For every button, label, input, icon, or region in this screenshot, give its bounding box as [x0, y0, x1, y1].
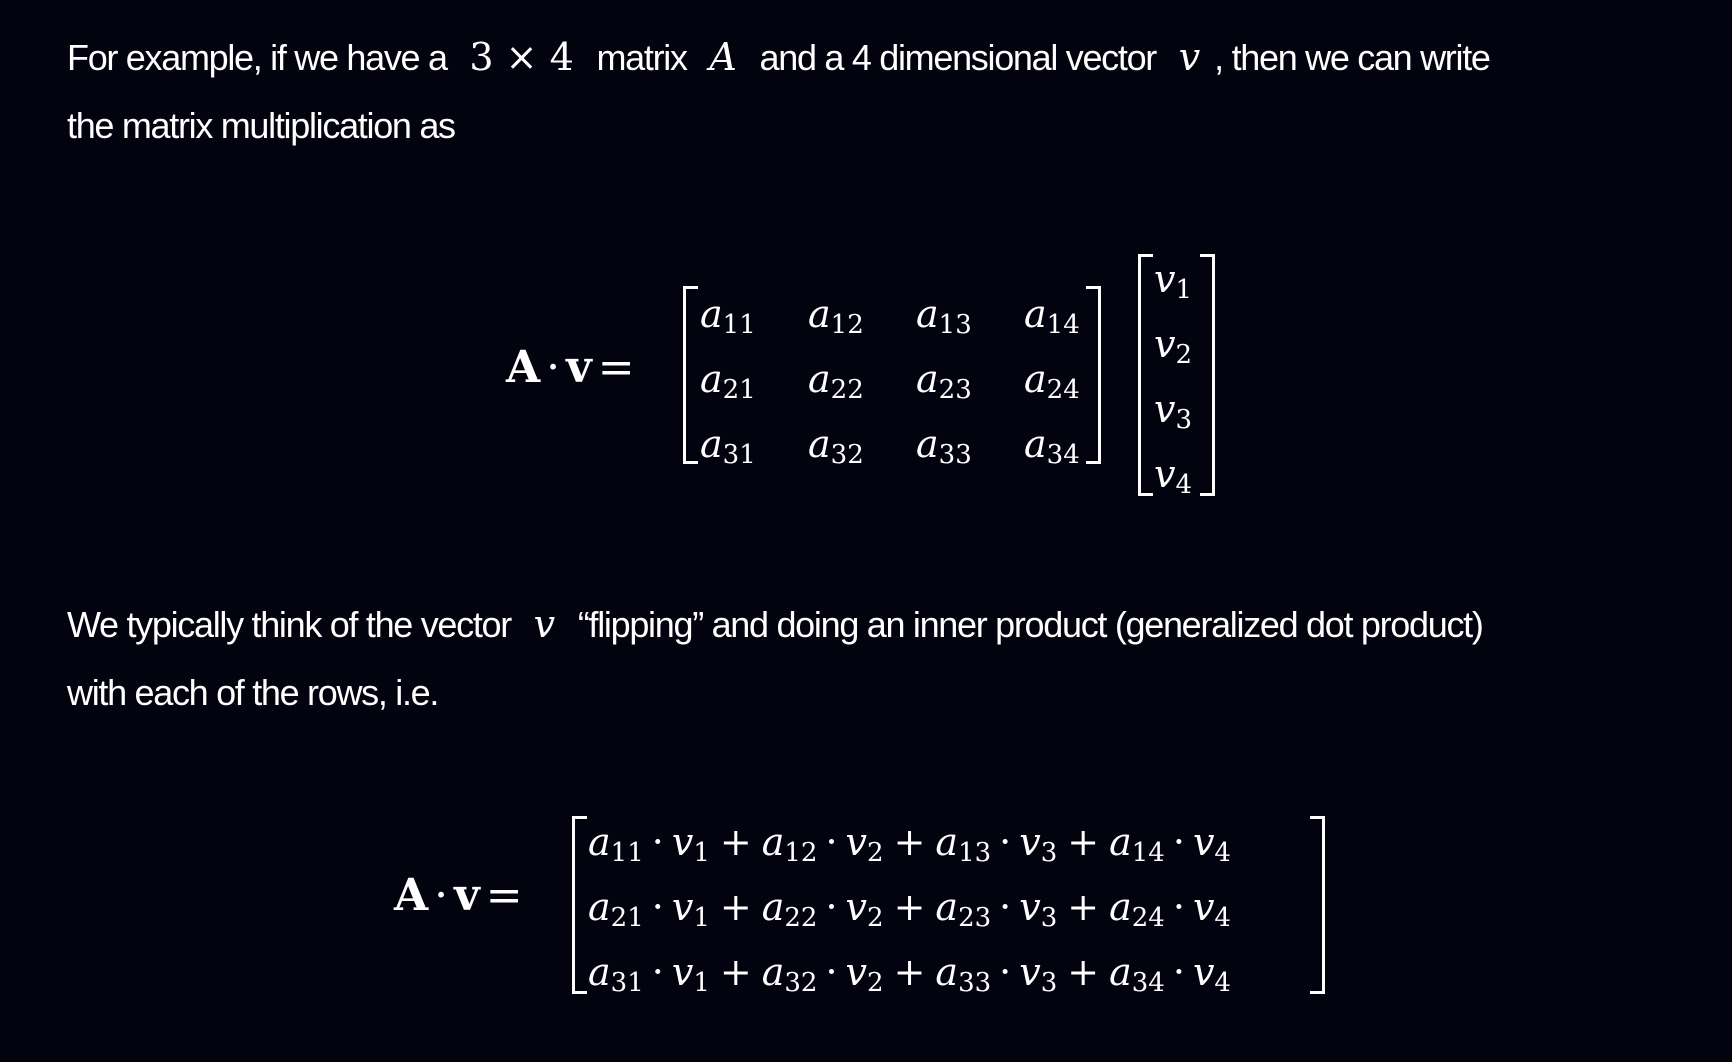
- term-a-subscript: 24: [1131, 903, 1165, 933]
- result-row: a21 · v1 + a22 · v2 + a23 · v3 + a24 · v4: [588, 885, 1231, 933]
- term-v-subscript: 2: [867, 903, 884, 933]
- term-v-subscript: 3: [1040, 968, 1058, 998]
- term-a: a: [1109, 885, 1132, 929]
- result-left-bracket: [572, 816, 587, 994]
- dot-operator: ·: [825, 950, 838, 994]
- term-a-subscript: 21: [610, 903, 644, 933]
- term-a: a: [935, 885, 959, 929]
- plus-operator: +: [719, 950, 752, 994]
- dot-operator: ·: [999, 950, 1012, 994]
- term-v-subscript: 2: [867, 838, 884, 868]
- term-v-subscript: 4: [1214, 838, 1231, 868]
- term-a-subscript: 31: [610, 968, 644, 998]
- term-v-subscript: 4: [1214, 968, 1231, 998]
- term-a: a: [761, 885, 785, 929]
- dot-operator: ·: [1172, 885, 1185, 929]
- result-right-bracket: [1310, 816, 1325, 994]
- term-v: v: [845, 950, 868, 994]
- term-a-subscript: 33: [958, 968, 992, 998]
- term-v: v: [1192, 885, 1215, 929]
- plus-operator: +: [719, 820, 752, 864]
- equation2-lhs: A · v =: [394, 870, 529, 921]
- term-v: v: [1019, 885, 1041, 929]
- dot-operator: ·: [651, 885, 664, 929]
- term-a: a: [588, 820, 611, 864]
- term-a-subscript: 12: [784, 838, 818, 868]
- term-a-subscript: 23: [958, 903, 992, 933]
- term-a: a: [588, 885, 611, 929]
- lhs2-matrix-A: A: [394, 870, 429, 921]
- term-a: a: [761, 820, 785, 864]
- term-a: a: [935, 820, 959, 864]
- term-v: v: [845, 820, 868, 864]
- term-a: a: [935, 950, 959, 994]
- plus-operator: +: [1067, 885, 1100, 929]
- plus-operator: +: [893, 950, 926, 994]
- term-v: v: [845, 885, 868, 929]
- dot-operator: ·: [999, 885, 1012, 929]
- lhs2-vector-v: v: [454, 870, 480, 921]
- plus-operator: +: [893, 820, 926, 864]
- lhs2-equals: =: [485, 870, 523, 921]
- lhs2-dot: ·: [434, 870, 449, 921]
- term-v: v: [1019, 950, 1041, 994]
- term-a: a: [761, 950, 785, 994]
- term-v-subscript: 2: [867, 968, 884, 998]
- term-v: v: [671, 885, 694, 929]
- term-a: a: [588, 950, 611, 994]
- dot-operator: ·: [651, 950, 664, 994]
- dot-operator: ·: [651, 820, 664, 864]
- plus-operator: +: [719, 885, 752, 929]
- term-a-subscript: 13: [958, 838, 992, 868]
- result-row: a11 · v1 + a12 · v2 + a13 · v3 + a14 · v4: [588, 820, 1231, 868]
- term-a: a: [1109, 950, 1132, 994]
- term-v: v: [671, 950, 694, 994]
- dot-operator: ·: [1172, 950, 1185, 994]
- term-v-subscript: 1: [693, 903, 710, 933]
- term-v-subscript: 3: [1040, 903, 1058, 933]
- dot-operator: ·: [1172, 820, 1185, 864]
- term-a-subscript: 11: [610, 838, 644, 868]
- term-a-subscript: 14: [1131, 838, 1165, 868]
- term-a-subscript: 34: [1131, 968, 1165, 998]
- term-a: a: [1109, 820, 1132, 864]
- plus-operator: +: [1067, 950, 1100, 994]
- plus-operator: +: [893, 885, 926, 929]
- dot-operator: ·: [825, 885, 838, 929]
- term-a-subscript: 22: [784, 903, 818, 933]
- term-v-subscript: 1: [693, 838, 710, 868]
- term-v-subscript: 4: [1214, 903, 1231, 933]
- term-a-subscript: 32: [784, 968, 818, 998]
- term-v: v: [671, 820, 694, 864]
- row-dot-product-equation: A · v = a11 · v1 + a12 · v2 + a13 · v3 + a14 · v4 a21 · v1 + a…: [0, 0, 1732, 1062]
- term-v: v: [1019, 820, 1041, 864]
- term-v-subscript: 3: [1040, 838, 1058, 868]
- term-v-subscript: 1: [693, 968, 710, 998]
- term-v: v: [1192, 820, 1215, 864]
- plus-operator: +: [1067, 820, 1100, 864]
- term-v: v: [1192, 950, 1215, 994]
- result-row: a31 · v1 + a32 · v2 + a33 · v3 + a34 · v4: [588, 950, 1231, 998]
- dot-operator: ·: [999, 820, 1012, 864]
- dot-operator: ·: [825, 820, 838, 864]
